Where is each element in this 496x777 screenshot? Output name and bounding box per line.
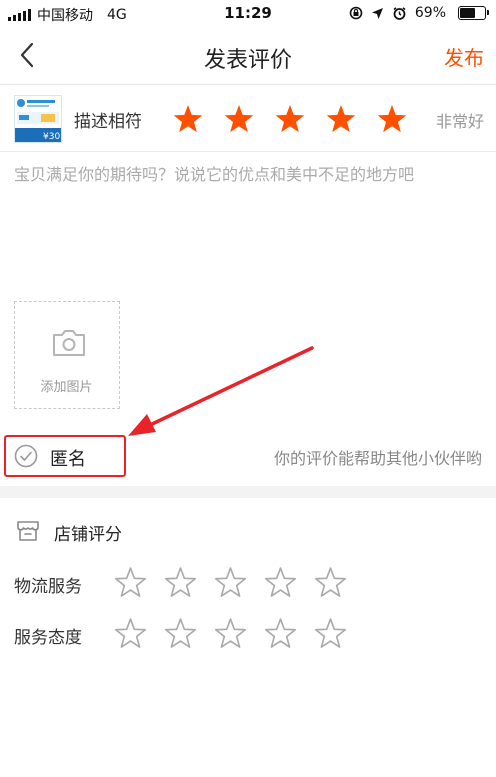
status-right: 69% [349, 5, 489, 21]
description-match-label: 描述相符 [74, 112, 142, 132]
shop-icon [17, 521, 39, 541]
location-icon [371, 7, 383, 19]
shop-star-2-3[interactable] [214, 617, 247, 650]
rating-text: 非常好 [435, 112, 484, 131]
anonymous-toggle[interactable]: 匿名 [14, 436, 114, 474]
product-rating-row: ¥30 描述相符 非常好 [0, 85, 496, 151]
thumbnail-price: ¥30 [43, 132, 60, 142]
publish-button[interactable]: 发布 [444, 42, 484, 71]
service-attitude-label: 服务态度 [14, 628, 82, 648]
product-image: ¥30 [15, 96, 61, 142]
add-photo-button[interactable]: 添加图片 [14, 301, 120, 409]
shop-rating-title: 店铺评分 [54, 525, 122, 545]
shop-rating-row-service: 服务态度 [0, 611, 496, 657]
logistics-star-rating [114, 566, 347, 599]
check-circle-icon [14, 444, 38, 468]
logistics-label: 物流服务 [14, 577, 82, 597]
battery-fill [460, 8, 475, 18]
rating-divider [0, 151, 496, 152]
product-star-3[interactable] [274, 103, 306, 135]
shop-star-1-2[interactable] [164, 566, 197, 599]
add-photo-label: 添加图片 [40, 380, 93, 395]
product-star-5[interactable] [376, 103, 408, 135]
anonymous-label: 匿名 [50, 449, 86, 470]
shop-rating-header: 店铺评分 [0, 506, 496, 554]
product-star-rating [172, 103, 408, 135]
section-gap [0, 486, 496, 498]
camera-icon [53, 330, 85, 356]
status-bar: 中国移动 4G 11:29 69% [0, 0, 496, 28]
product-star-1[interactable] [172, 103, 204, 135]
shop-star-1-3[interactable] [214, 566, 247, 599]
product-star-4[interactable] [325, 103, 357, 135]
shop-star-2-5[interactable] [314, 617, 347, 650]
shop-star-1-1[interactable] [114, 566, 147, 599]
page-title: 发表评价 [203, 48, 292, 73]
battery-percent: 69% [414, 5, 446, 21]
shop-star-2-1[interactable] [114, 617, 147, 650]
shop-rating-row-logistics: 物流服务 [0, 560, 496, 606]
product-thumbnail: ¥30 [14, 95, 62, 143]
alarm-icon [393, 6, 406, 20]
shop-star-2-2[interactable] [164, 617, 197, 650]
anonymous-row: 匿名 你的评价能帮助其他小伙伴哟 [0, 430, 496, 482]
battery-icon [458, 6, 489, 20]
anonymous-hint: 你的评价能帮助其他小伙伴哟 [273, 449, 482, 468]
shop-star-1-4[interactable] [264, 566, 297, 599]
shop-star-2-4[interactable] [264, 617, 297, 650]
service-attitude-star-rating [114, 617, 347, 650]
review-textarea[interactable] [14, 160, 482, 290]
product-star-2[interactable] [223, 103, 255, 135]
nav-bar: 发表评价 发布 [0, 28, 496, 84]
rotation-lock-icon [349, 6, 363, 20]
shop-star-1-5[interactable] [314, 566, 347, 599]
